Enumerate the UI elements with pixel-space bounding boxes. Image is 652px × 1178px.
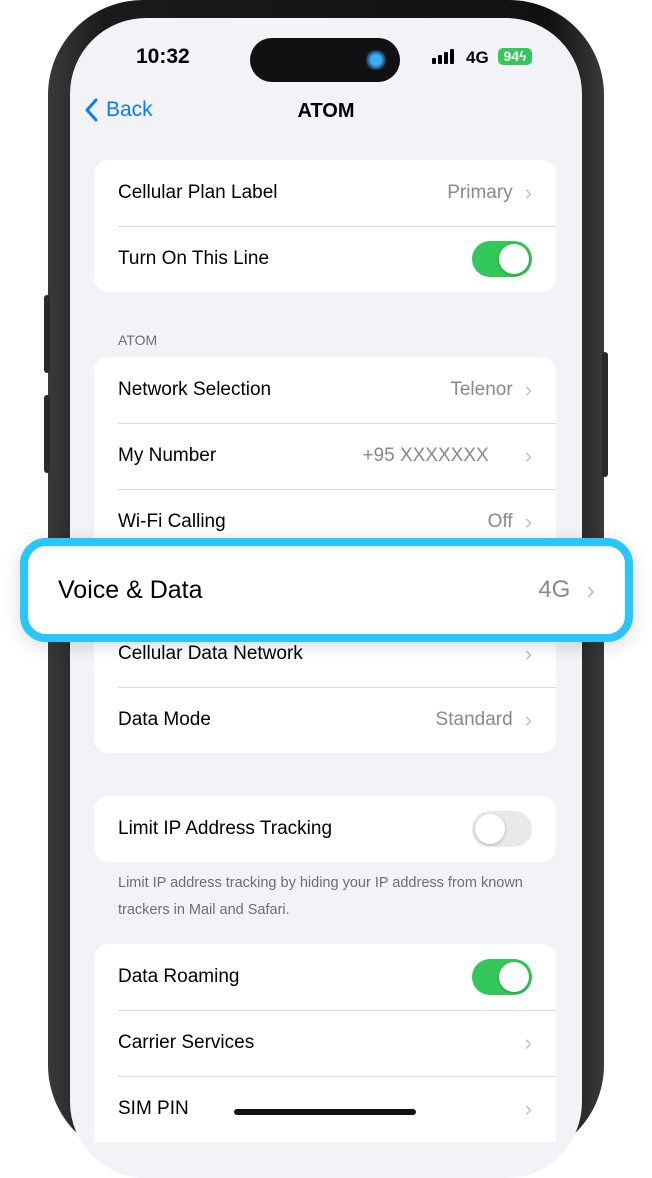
- chevron-right-icon: ›: [524, 443, 532, 468]
- chevron-right-icon: ›: [524, 707, 532, 732]
- row-label: Turn On This Line: [118, 248, 270, 269]
- battery-level: 94: [503, 48, 520, 64]
- data-mode-row[interactable]: Data Mode Standard ›: [94, 687, 556, 753]
- data-roaming-row: Data Roaming: [94, 944, 556, 1010]
- row-label: My Number: [118, 445, 217, 466]
- chevron-right-icon: ›: [524, 377, 532, 402]
- row-label: Data Roaming: [118, 966, 240, 987]
- status-time: 10:32: [136, 45, 190, 68]
- power-button: [602, 352, 608, 477]
- row-value: Primary: [447, 182, 513, 203]
- carrier-services-row[interactable]: Carrier Services ›: [94, 1010, 556, 1076]
- cellular-plan-label-row[interactable]: Cellular Plan Label Primary ›: [94, 160, 556, 226]
- chevron-right-icon: ›: [524, 1096, 532, 1121]
- battery-icon: 94ϟ: [498, 48, 532, 65]
- plan-group: Cellular Plan Label Primary › Turn On This…: [94, 160, 556, 292]
- row-label: Wi-Fi Calling: [118, 511, 226, 532]
- voice-data-highlight-row[interactable]: Voice & Data 4G ›: [20, 538, 633, 642]
- limit-ip-tracking-toggle[interactable]: [472, 811, 532, 847]
- data-roaming-toggle[interactable]: [472, 959, 532, 995]
- turn-on-line-toggle[interactable]: [472, 241, 532, 277]
- chevron-right-icon: ›: [586, 574, 595, 605]
- row-label: Limit IP Address Tracking: [118, 818, 333, 839]
- home-indicator[interactable]: [234, 1109, 416, 1115]
- chevron-right-icon: ›: [524, 180, 532, 205]
- my-number-row[interactable]: My Number +95 XXXXXXX ›: [94, 423, 556, 489]
- chevron-right-icon: ›: [524, 1030, 532, 1055]
- row-value: Telenor: [450, 379, 513, 400]
- chevron-right-icon: ›: [524, 509, 532, 534]
- row-label: Network Selection: [118, 379, 272, 400]
- row-label: Voice & Data: [58, 575, 203, 604]
- row-value: Off: [487, 511, 513, 532]
- row-label: Cellular Plan Label: [118, 182, 278, 203]
- volume-up-button: [44, 295, 50, 373]
- row-label: Data Mode: [118, 709, 211, 730]
- limit-ip-tracking-row: Limit IP Address Tracking: [94, 796, 556, 862]
- volume-down-button: [44, 395, 50, 473]
- dynamic-island: [250, 38, 400, 82]
- chevron-right-icon: ›: [524, 641, 532, 666]
- ip-tracking-footer: Limit IP address tracking by hiding your…: [118, 875, 523, 918]
- camera-icon: [366, 50, 386, 70]
- section-header: ATOM: [118, 332, 158, 348]
- signal-icon: [432, 49, 454, 64]
- row-value: Standard: [435, 709, 513, 730]
- turn-on-line-row: Turn On This Line: [94, 226, 556, 292]
- row-label: Cellular Data Network: [118, 643, 303, 664]
- row-label: Carrier Services: [118, 1032, 255, 1053]
- row-value: +95 XXXXXXX: [362, 445, 489, 466]
- page-title: ATOM: [297, 100, 355, 122]
- network-selection-row[interactable]: Network Selection Telenor ›: [94, 357, 556, 423]
- network-type: 4G: [466, 48, 489, 67]
- ip-tracking-group: Limit IP Address Tracking: [94, 796, 556, 862]
- row-value: 4G: [538, 576, 571, 603]
